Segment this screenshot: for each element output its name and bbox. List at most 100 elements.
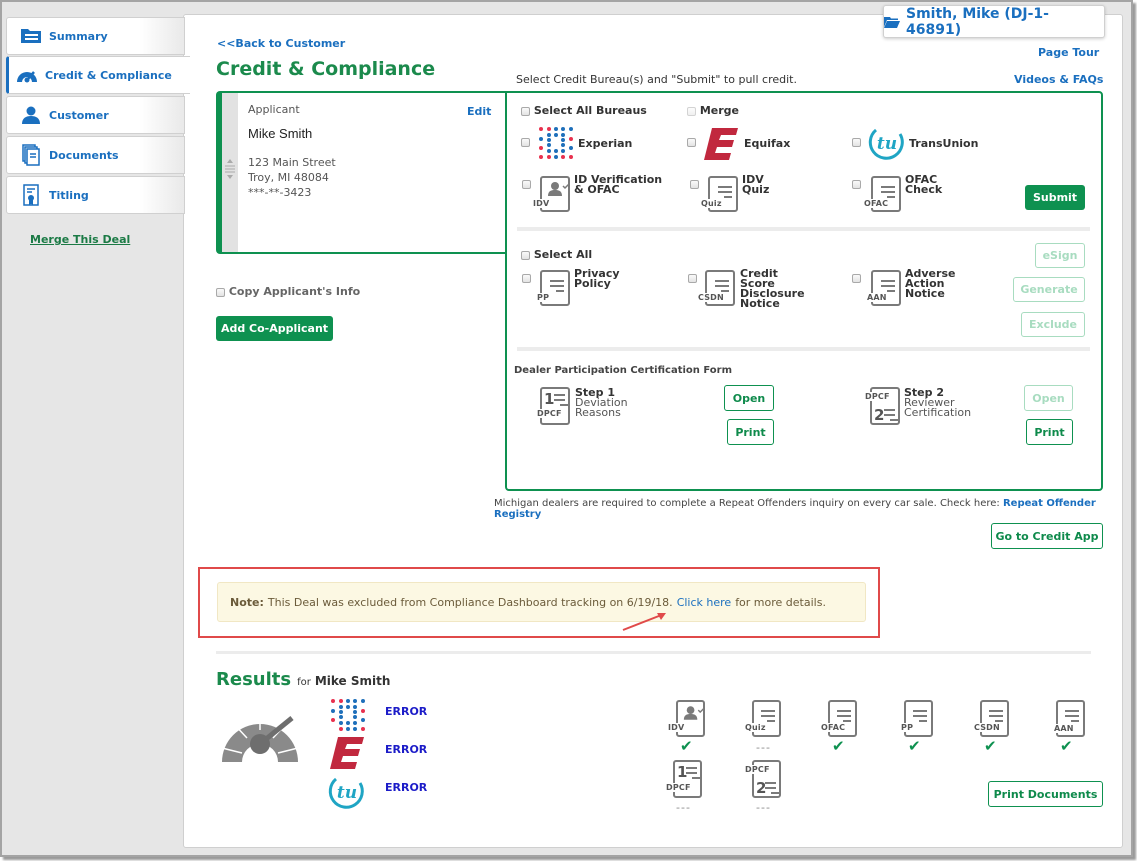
submit-button[interactable]: Submit (1025, 185, 1085, 210)
applicant-address: 123 Main Street Troy, MI 48084 ***-**-34… (248, 155, 336, 200)
gauge-icon (15, 65, 39, 85)
ssn: ***-**-3423 (248, 186, 312, 199)
address-line1: 123 Main Street (248, 156, 336, 169)
add-co-applicant-button[interactable]: Add Co-Applicant (216, 316, 333, 341)
results-name: Mike Smith (314, 674, 391, 688)
idv-quiz-checkbox[interactable] (690, 180, 699, 189)
person-icon (19, 105, 43, 125)
aan-label: Adverse Action Notice (905, 268, 955, 300)
sidebar-item-customer[interactable]: Customer (6, 96, 185, 134)
dpcf-tag: DPCF (864, 392, 891, 401)
idv-quiz-label: IDV Quiz (742, 174, 770, 196)
note-text: This Deal was excluded from Compliance D… (267, 595, 673, 609)
transunion-logo-icon: tu (328, 777, 364, 809)
address-line2: Troy, MI 48084 (248, 171, 329, 184)
click-here-link[interactable]: Click here (677, 596, 732, 609)
csdn-label: Credit Score Disclosure Notice (740, 268, 805, 309)
print-documents-button[interactable]: Print Documents (988, 781, 1103, 807)
ofac-tag: OFAC (863, 199, 890, 208)
result-doc-tag: DPCF (665, 783, 692, 792)
label-line: Notice (905, 287, 945, 300)
drag-handle[interactable] (222, 93, 238, 252)
checkbox[interactable] (216, 287, 225, 297)
transunion-checkbox[interactable] (852, 138, 861, 147)
esign-button[interactable]: eSign (1035, 243, 1085, 268)
instruction-text: Select Credit Bureau(s) and "Submit" to … (516, 73, 797, 86)
step-number: 1 (544, 390, 555, 408)
check-icon: ✔ (680, 737, 693, 755)
back-to-customer-link[interactable]: <<Back to Customer (217, 37, 345, 50)
id-verification-checkbox[interactable] (522, 180, 531, 189)
merge-checkbox[interactable]: Merge (687, 104, 739, 117)
certificate-icon (19, 184, 43, 206)
divider (216, 651, 1091, 654)
checkbox[interactable] (521, 250, 530, 260)
experian-result[interactable]: ERROR (385, 705, 427, 718)
check-icon: ✔ (832, 737, 845, 755)
copy-applicant-checkbox[interactable]: Copy Applicant's Info (216, 285, 360, 298)
step-number: 2 (874, 406, 885, 424)
ofac-check-label: OFAC Check (905, 174, 943, 196)
csdn-checkbox[interactable] (688, 274, 697, 283)
ofac-check-checkbox[interactable] (852, 180, 861, 189)
sidebar-item-label: Titling (49, 188, 89, 202)
aan-checkbox[interactable] (852, 274, 861, 283)
result-status: --- (676, 801, 691, 814)
page-tour-link[interactable]: Page Tour (1038, 46, 1099, 59)
merge-deal-link[interactable]: Merge This Deal (30, 233, 130, 246)
equifax-label: Equifax (744, 137, 791, 150)
page-title: Credit & Compliance (216, 58, 436, 80)
label-line: & OFAC (574, 183, 620, 196)
select-all-bureaus[interactable]: Select All Bureaus (521, 104, 647, 117)
sidebar-item-summary[interactable]: Summary (6, 17, 185, 55)
checkbox[interactable] (521, 106, 530, 116)
experian-logo-icon (331, 699, 365, 731)
sidebar-item-titling[interactable]: Titling (6, 176, 185, 214)
result-dpcf1-icon: 1 (673, 760, 702, 798)
step1-print-button[interactable]: Print (727, 419, 774, 445)
label-line: Certification (904, 406, 972, 419)
step1-open-button[interactable]: Open (724, 385, 774, 411)
select-all-disclosures[interactable]: Select All (521, 248, 592, 261)
deal-badge[interactable]: Smith, Mike (DJ-1-46891) (883, 5, 1105, 38)
folder-list-icon (19, 26, 43, 46)
arrow-annotation-icon (622, 613, 666, 631)
equifax-result[interactable]: ERROR (385, 743, 427, 756)
result-doc-tag: OFAC (820, 723, 847, 732)
svg-text:tu: tu (877, 134, 897, 154)
go-to-credit-app-button[interactable]: Go to Credit App (991, 523, 1103, 549)
transunion-result[interactable]: ERROR (385, 781, 427, 794)
result-doc-tag: PP (900, 723, 915, 732)
step2-open-button[interactable]: Open (1024, 385, 1073, 411)
documents-icon (19, 144, 43, 166)
transunion-label: TransUnion (909, 137, 979, 150)
sidebar-item-label: Customer (49, 108, 109, 122)
label-line: Quiz (742, 183, 770, 196)
label-line: Policy (574, 277, 611, 290)
michigan-note-text: Michigan dealers are required to complet… (494, 498, 1000, 509)
applicant-heading: Applicant (248, 103, 300, 116)
sidebar-item-credit-compliance[interactable]: Credit & Compliance (6, 56, 190, 94)
id-verification-label: ID Verification & OFAC (574, 174, 662, 196)
sidebar-item-documents[interactable]: Documents (6, 136, 185, 174)
generate-button[interactable]: Generate (1013, 277, 1085, 302)
idv-tag: IDV (532, 199, 551, 208)
select-all-label: Select All (533, 248, 593, 261)
copy-applicant-label: Copy Applicant's Info (228, 285, 361, 298)
videos-faqs-link[interactable]: Videos & FAQs (1014, 73, 1103, 86)
check-icon: ✔ (908, 737, 921, 755)
step2-print-button[interactable]: Print (1026, 419, 1073, 445)
label-line: Check (905, 183, 943, 196)
experian-checkbox[interactable] (521, 138, 530, 147)
reorder-icon (225, 159, 235, 179)
equifax-checkbox[interactable] (687, 138, 696, 147)
experian-label: Experian (578, 137, 633, 150)
edit-applicant-link[interactable]: Edit (467, 105, 491, 118)
checkbox[interactable] (687, 106, 696, 116)
privacy-policy-checkbox[interactable] (522, 274, 531, 283)
equifax-logo-icon (704, 128, 738, 160)
michigan-note: Michigan dealers are required to complet… (494, 498, 1137, 520)
exclusion-note: Note: This Deal was excluded from Compli… (217, 582, 866, 622)
exclude-button[interactable]: Exclude (1021, 312, 1085, 337)
result-doc-tag: IDV (667, 723, 686, 732)
